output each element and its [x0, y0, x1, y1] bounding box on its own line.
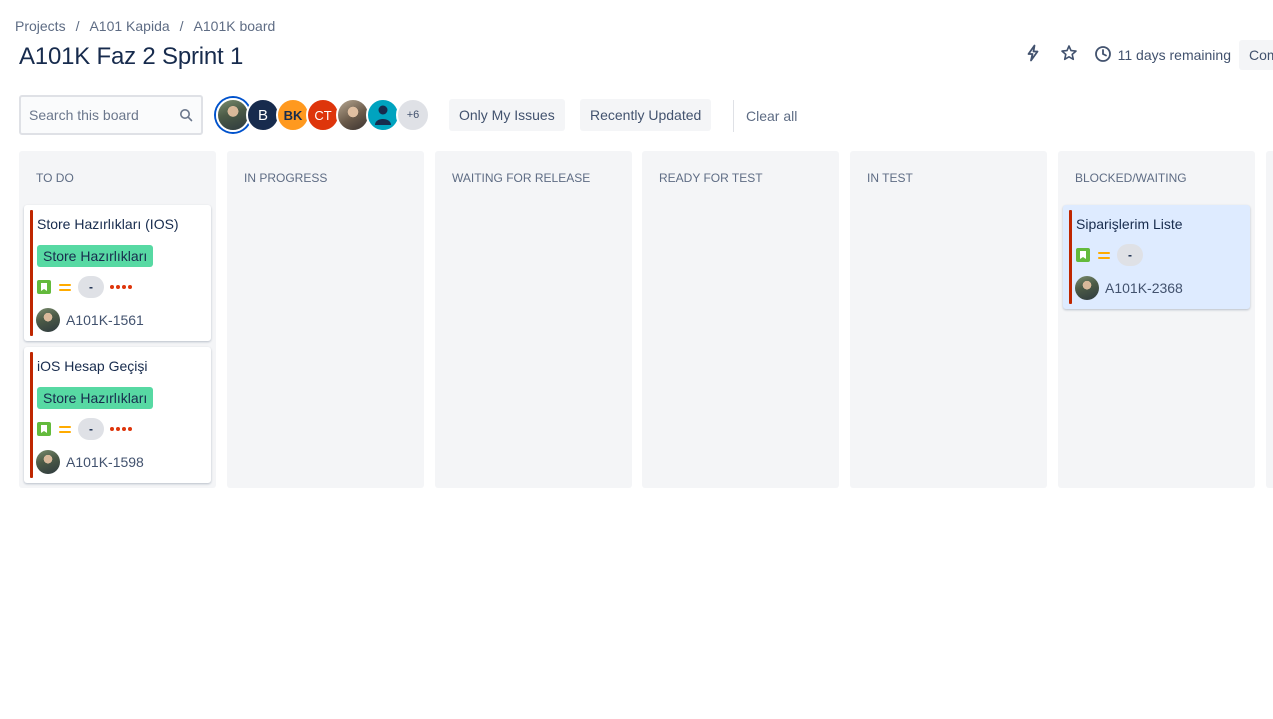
issue-card[interactable]: iOS Hesap Geçişi Store Hazırlıkları - A1… [24, 347, 211, 483]
breadcrumb-board[interactable]: A101K board [194, 18, 276, 34]
issue-card[interactable]: Siparişlerim Liste - A101K-2368 [1063, 205, 1250, 309]
avatar[interactable]: CT [306, 98, 340, 132]
progress-dots-icon [110, 285, 132, 289]
column-in-test: IN TEST [850, 151, 1047, 488]
complete-sprint-button[interactable]: Complete sprint [1239, 40, 1273, 70]
clear-all-button[interactable]: Clear all [746, 108, 797, 124]
column-body: Store Hazırlıkları (IOS) Store Hazırlıkl… [19, 205, 216, 488]
card-footer: A101K-1598 [36, 450, 144, 474]
card-footer: A101K-2368 [1075, 276, 1183, 300]
story-points: - [1117, 244, 1143, 266]
avatar [36, 308, 60, 332]
person-icon [373, 103, 393, 128]
priority-medium-icon [1098, 251, 1110, 259]
card-meta: - [37, 276, 132, 298]
column-header: BLOCKED/WAITING [1075, 171, 1187, 185]
star-button[interactable] [1054, 40, 1084, 70]
story-icon [37, 422, 51, 436]
story-icon [1076, 248, 1090, 262]
only-my-issues-button[interactable]: Only My Issues [449, 99, 565, 131]
avatar[interactable]: B [246, 98, 280, 132]
card-title: Siparişlerim Liste [1076, 216, 1183, 232]
column-waiting-for-release: WAITING FOR RELEASE [435, 151, 632, 488]
remaining-text: 11 days remaining [1117, 47, 1231, 63]
avatar[interactable] [216, 98, 250, 132]
card-meta: - [37, 418, 132, 440]
story-points: - [78, 276, 104, 298]
search-field[interactable] [19, 95, 203, 135]
column-blocked-waiting: BLOCKED/WAITING Siparişlerim Liste - A10… [1058, 151, 1255, 488]
sprint-time-remaining: 11 days remaining [1094, 45, 1231, 66]
issue-key[interactable]: A101K-2368 [1105, 280, 1183, 296]
priority-medium-icon [59, 283, 71, 291]
search-input[interactable] [29, 107, 169, 123]
story-points: - [78, 418, 104, 440]
column-header: IN PROGRESS [244, 171, 328, 185]
card-title: iOS Hesap Geçişi [37, 358, 148, 374]
clock-icon [1094, 45, 1118, 66]
column-in-progress: IN PROGRESS [227, 151, 424, 488]
priority-medium-icon [59, 425, 71, 433]
board: TO DO Store Hazırlıkları (IOS) Store Haz… [19, 151, 1273, 488]
star-icon [1060, 44, 1078, 67]
breadcrumb-separator: / [179, 18, 184, 34]
column-todo: TO DO Store Hazırlıkları (IOS) Store Haz… [19, 151, 216, 488]
assignee-filter-avatars: B BK CT +6 [216, 98, 430, 132]
column-header: READY FOR TEST [659, 171, 763, 185]
column-next [1266, 151, 1273, 488]
flag-indicator [1069, 210, 1072, 304]
epic-label: Store Hazırlıkları [37, 387, 154, 409]
breadcrumb-project[interactable]: A101 Kapida [89, 18, 169, 34]
card-title: Store Hazırlıkları (IOS) [37, 216, 179, 232]
recently-updated-button[interactable]: Recently Updated [580, 99, 712, 131]
avatar [36, 450, 60, 474]
card-meta: - [1076, 244, 1149, 266]
breadcrumb-projects[interactable]: Projects [15, 18, 66, 34]
flag-indicator [30, 352, 33, 478]
column-header: TO DO [36, 171, 74, 185]
column-header: WAITING FOR RELEASE [452, 171, 591, 185]
lightning-icon [1024, 44, 1042, 67]
avatar[interactable]: BK [276, 98, 310, 132]
avatar[interactable] [366, 98, 400, 132]
header-actions: 11 days remaining Complete sprint [1018, 40, 1273, 70]
issue-key[interactable]: A101K-1598 [66, 454, 144, 470]
flag-indicator [30, 210, 33, 336]
column-body: Siparişlerim Liste - A101K-2368 [1058, 205, 1255, 488]
epic-label: Store Hazırlıkları [37, 245, 154, 267]
search-icon [179, 108, 193, 122]
story-icon [37, 280, 51, 294]
issue-key[interactable]: A101K-1561 [66, 312, 144, 328]
breadcrumb: Projects / A101 Kapida / A101K board [15, 18, 275, 34]
column-ready-for-test: READY FOR TEST [642, 151, 839, 488]
column-header: IN TEST [867, 171, 913, 185]
progress-dots-icon [110, 427, 132, 431]
filter-divider [733, 100, 734, 132]
avatar[interactable] [336, 98, 370, 132]
breadcrumb-separator: / [75, 18, 80, 34]
issue-card[interactable]: Store Hazırlıkları (IOS) Store Hazırlıkl… [24, 205, 211, 341]
avatar [1075, 276, 1099, 300]
card-footer: A101K-1561 [36, 308, 144, 332]
page-title: A101K Faz 2 Sprint 1 [19, 43, 244, 70]
more-avatars-button[interactable]: +6 [396, 98, 430, 132]
automation-button[interactable] [1018, 40, 1048, 70]
